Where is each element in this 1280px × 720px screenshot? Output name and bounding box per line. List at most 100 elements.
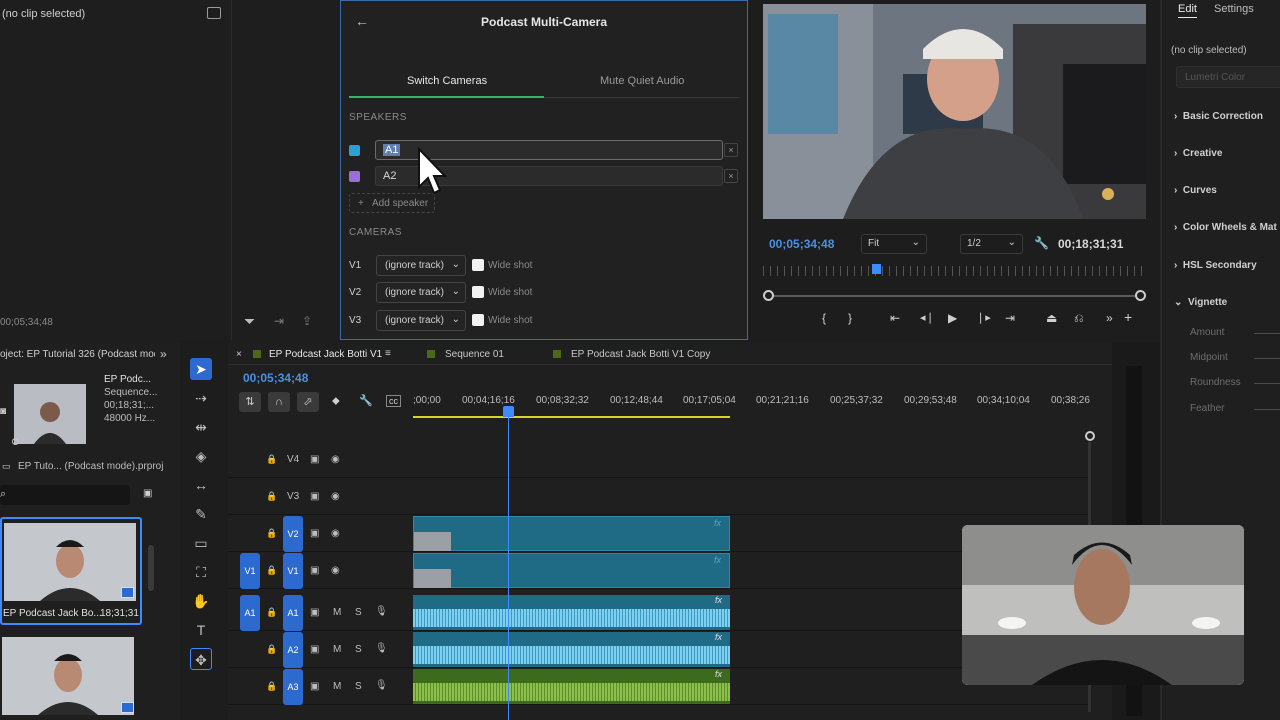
- panel-overflow-icon[interactable]: »: [160, 347, 167, 361]
- section-hsl-secondary[interactable]: › HSL Secondary: [1174, 260, 1257, 271]
- lock-icon[interactable]: 🔒: [266, 491, 277, 502]
- add-button-icon[interactable]: +: [1124, 309, 1132, 325]
- camera-select[interactable]: (ignore track) ⌄: [376, 282, 466, 303]
- clip-thumbnail-selected[interactable]: EP Podcast Jack Bo... 18;31;31: [0, 517, 142, 625]
- mute-button[interactable]: M: [333, 681, 341, 692]
- playhead[interactable]: [872, 264, 881, 274]
- section-basic-correction[interactable]: › Basic Correction: [1174, 111, 1263, 122]
- mark-in-icon[interactable]: {: [822, 311, 826, 325]
- mic-icon[interactable]: 🎙: [375, 643, 388, 654]
- more-controls-icon[interactable]: »: [1106, 311, 1113, 325]
- clip-thumbnail-2[interactable]: [2, 637, 134, 715]
- rectangle-tool-icon[interactable]: ▭: [190, 532, 212, 554]
- track-target-v1[interactable]: V1: [283, 553, 303, 589]
- section-curves[interactable]: › Curves: [1174, 185, 1217, 196]
- scrub-dot[interactable]: [12, 438, 19, 445]
- step-forward-icon[interactable]: ❘▸: [976, 311, 991, 324]
- scroll-handle[interactable]: [1085, 431, 1095, 441]
- sync-lock-icon[interactable]: ▣: [310, 491, 319, 502]
- snap-settings-icon[interactable]: ⇅: [239, 392, 261, 412]
- export-icon[interactable]: ⇪: [302, 314, 312, 328]
- remove-speaker-icon[interactable]: ×: [724, 143, 738, 157]
- fit-dropdown[interactable]: Fit ⌄: [861, 234, 927, 254]
- roundness-slider[interactable]: [1254, 383, 1280, 384]
- solo-button[interactable]: S: [355, 644, 362, 655]
- time-ruler[interactable]: ;00;00 00;04;16;16 00;08;32;32 00;12;48;44 0…: [413, 390, 1090, 418]
- track-target-a2[interactable]: A2: [283, 632, 303, 668]
- track-select-icon[interactable]: ⇢: [190, 387, 212, 409]
- playhead-line[interactable]: [508, 408, 509, 720]
- eye-icon[interactable]: ◉: [331, 565, 340, 576]
- lock-icon[interactable]: 🔒: [266, 565, 277, 576]
- wrench-icon[interactable]: 🔧: [1034, 236, 1049, 250]
- lift-icon[interactable]: ⏏: [1046, 311, 1057, 325]
- linked-selection-icon[interactable]: ⬀: [297, 392, 319, 412]
- remove-speaker-icon[interactable]: ×: [724, 169, 738, 183]
- audio-clip[interactable]: fx: [413, 669, 730, 704]
- step-back-icon[interactable]: ◂❘: [920, 311, 935, 324]
- sync-lock-icon[interactable]: ▣: [310, 454, 319, 465]
- crop-tool-icon[interactable]: ⛶: [190, 561, 212, 583]
- track-target-v2[interactable]: V2: [283, 516, 303, 552]
- lock-icon[interactable]: 🔒: [266, 528, 277, 539]
- sync-lock-icon[interactable]: ▣: [310, 528, 319, 539]
- audio-clip[interactable]: fx: [413, 595, 730, 630]
- mic-icon[interactable]: 🎙: [375, 606, 388, 617]
- tab-settings[interactable]: Settings: [1214, 3, 1254, 15]
- project-scrollbar[interactable]: [148, 545, 154, 591]
- track-target-a3[interactable]: A3: [283, 669, 303, 705]
- mark-out-icon[interactable]: }: [848, 311, 852, 325]
- source-patch-a1[interactable]: A1: [240, 595, 260, 631]
- selection-tool-icon[interactable]: ➤: [190, 358, 212, 380]
- lock-icon[interactable]: 🔒: [266, 454, 277, 465]
- sync-lock-icon[interactable]: ▣: [310, 644, 319, 655]
- wide-shot-checkbox[interactable]: [472, 286, 484, 298]
- section-creative[interactable]: › Creative: [1174, 148, 1222, 159]
- lock-icon[interactable]: 🔒: [266, 681, 277, 692]
- time-ruler[interactable]: [763, 266, 1146, 276]
- type-tool-icon[interactable]: T: [190, 619, 212, 641]
- zoom-bar[interactable]: [768, 295, 1141, 297]
- tab-switch-cameras[interactable]: Switch Cameras: [407, 75, 487, 87]
- video-clip[interactable]: fx: [413, 516, 730, 551]
- pen-tool-icon[interactable]: ✎: [190, 503, 212, 525]
- tab-sequence-1[interactable]: EP Podcast Jack Botti V1: [269, 349, 382, 360]
- eye-icon[interactable]: ◉: [331, 454, 340, 465]
- mic-icon[interactable]: 🎙: [375, 680, 388, 691]
- tab-edit[interactable]: Edit: [1178, 3, 1197, 18]
- lumetri-dropdown[interactable]: Lumetri Color: [1176, 66, 1280, 88]
- close-tab-icon[interactable]: ×: [236, 349, 242, 360]
- solo-button[interactable]: S: [355, 681, 362, 692]
- mute-button[interactable]: M: [333, 644, 341, 655]
- sequence-thumbnail[interactable]: [14, 384, 86, 444]
- ripple-edit-icon[interactable]: ⇹: [190, 416, 212, 438]
- go-to-out-icon[interactable]: ⇥: [1005, 311, 1015, 325]
- zoom-handle-left[interactable]: [763, 290, 774, 301]
- amount-slider[interactable]: [1254, 333, 1280, 334]
- eye-icon[interactable]: ◉: [331, 528, 340, 539]
- playhead-handle[interactable]: [503, 406, 514, 417]
- track-target-a1[interactable]: A1: [283, 595, 303, 631]
- resolution-dropdown[interactable]: 1/2 ⌄: [960, 234, 1023, 254]
- audio-clip[interactable]: fx: [413, 632, 730, 667]
- captions-icon[interactable]: cc: [386, 395, 401, 407]
- track-target-v4[interactable]: V4: [287, 454, 299, 465]
- solo-button[interactable]: S: [355, 607, 362, 618]
- video-clip[interactable]: fx: [413, 553, 730, 588]
- tab-sequence-2[interactable]: Sequence 01: [445, 349, 504, 360]
- mute-button[interactable]: M: [333, 607, 341, 618]
- eye-icon[interactable]: ◉: [331, 491, 340, 502]
- razor-tool-icon[interactable]: ◈: [190, 445, 212, 467]
- magnet-icon[interactable]: ∩: [268, 392, 290, 412]
- speaker-color-swatch[interactable]: [349, 145, 360, 156]
- section-color-wheels[interactable]: › Color Wheels & Mat: [1174, 222, 1277, 233]
- filter-icon[interactable]: ⏷: [244, 313, 255, 330]
- bin-icon[interactable]: ▣: [143, 488, 152, 499]
- wrench-icon[interactable]: 🔧: [359, 394, 373, 407]
- tab-menu-icon[interactable]: ≡: [385, 348, 391, 359]
- sync-lock-icon[interactable]: ▣: [310, 681, 319, 692]
- insert-icon[interactable]: ⇥: [274, 314, 284, 328]
- feather-slider[interactable]: [1254, 409, 1280, 410]
- remix-tool-icon[interactable]: ✥: [190, 648, 212, 670]
- go-to-in-icon[interactable]: ⇤: [890, 311, 900, 325]
